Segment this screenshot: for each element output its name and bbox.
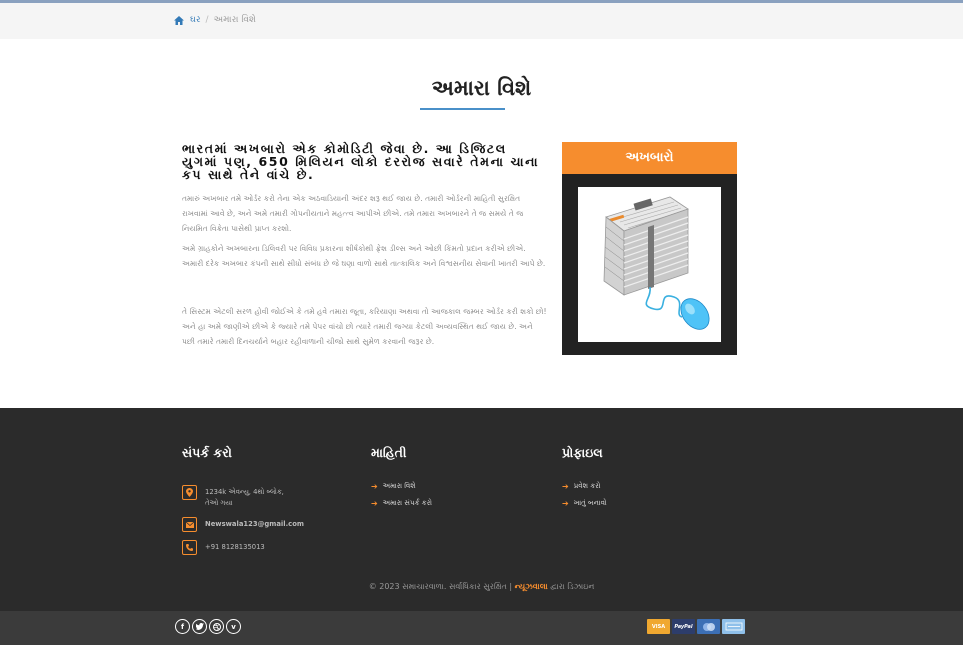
contact-phone: +91 8128135013 — [182, 540, 265, 555]
footer-link-login[interactable]: ➔ પ્રવેશ કરો — [562, 482, 601, 491]
contact-email-link[interactable]: Newswala123@gmail.com — [205, 519, 304, 530]
visa-card-icon: VISA — [647, 619, 670, 634]
footer-profile-title: પ્રોફાઇલ — [562, 445, 603, 460]
copyright-prefix: © 2023 સમાચારવાળા. સર્વાધિકાર સુરક્ષિત | — [368, 582, 513, 591]
footer-link-contact[interactable]: ➔ અમારા સંપર્ક કરો — [371, 499, 432, 508]
bottom-bar: f v VISA PayPal — [0, 611, 963, 645]
map-marker-icon — [182, 485, 197, 500]
contact-email: Newswala123@gmail.com — [182, 517, 304, 532]
mastercard-icon — [697, 619, 720, 634]
newspaper-mouse-image — [578, 187, 721, 342]
arrow-right-icon: ➔ — [562, 499, 569, 508]
address-line-2: તેઓ ગયા — [205, 499, 233, 507]
footer: સંપર્ક કરો માહિતી પ્રોફાઇલ 1234k એવન્યુ,… — [0, 408, 963, 611]
contact-address: 1234k એવન્યુ, 4થો બ્લોક, તેઓ ગયા — [182, 485, 284, 509]
footer-contact-title: સંપર્ક કરો — [182, 445, 232, 460]
paragraph-3: તે સિસ્ટમ એટલી સરળ હોવી જોઈએ કે તમે હવે … — [182, 307, 547, 346]
facebook-icon[interactable]: f — [175, 619, 190, 634]
address-line-1: 1234k એવન્યુ, 4થો બ્લોક, — [205, 488, 284, 496]
paragraph-2: અમે ગ્રાહકોને અખબારના ડિલિવરી પર વિવિધ પ… — [182, 244, 546, 268]
copyright-suffix: દ્વારા ડિઝાઇન — [550, 582, 595, 591]
vimeo-icon[interactable]: v — [226, 619, 241, 634]
copyright-brand-link[interactable]: ન્યૂઝવાલા — [515, 582, 548, 591]
footer-link-register[interactable]: ➔ ખાતું બનાવો — [562, 499, 607, 508]
paragraph-1: તમારું અખબાર તમે ઓર્ડર કરો તેના એક અઠવાડ… — [182, 194, 524, 233]
breadcrumb-current: અમારા વિશે — [213, 15, 256, 25]
breadcrumb-separator: / — [205, 15, 209, 25]
breadcrumb: ઘર / અમારા વિશે — [174, 15, 256, 25]
footer-link-about-label: અમારા વિશે — [382, 482, 416, 490]
arrow-right-icon: ➔ — [562, 482, 569, 491]
payment-cards: VISA PayPal — [647, 619, 745, 634]
dribbble-icon[interactable] — [209, 619, 224, 634]
social-links: f v — [175, 619, 241, 634]
footer-info-title: માહિતી — [371, 445, 407, 460]
lead-heading: ભારતમાં અખબારો એક કોમોડિટી જેવા છે. આ ડિ… — [182, 141, 540, 182]
envelope-icon — [182, 517, 197, 532]
twitter-icon[interactable] — [192, 619, 207, 634]
paypal-card-icon: PayPal — [672, 619, 695, 634]
arrow-right-icon: ➔ — [371, 499, 378, 508]
amex-card-icon — [722, 619, 745, 634]
footer-link-contact-label: અમારા સંપર્ક કરો — [382, 499, 432, 507]
footer-link-register-label: ખાતું બનાવો — [573, 499, 607, 507]
footer-link-login-label: પ્રવેશ કરો — [573, 482, 601, 490]
copyright: © 2023 સમાચારવાળા. સર્વાધિકાર સુરક્ષિત |… — [0, 582, 963, 592]
phone-icon — [182, 540, 197, 555]
arrow-right-icon: ➔ — [371, 482, 378, 491]
breadcrumb-bar: ઘર / અમારા વિશે — [0, 3, 963, 39]
contact-phone-number: +91 8128135013 — [205, 543, 265, 551]
footer-link-about[interactable]: ➔ અમારા વિશે — [371, 482, 416, 491]
title-underline — [420, 108, 505, 110]
home-icon — [174, 15, 184, 25]
breadcrumb-home-link[interactable]: ઘર — [174, 15, 201, 25]
newspapers-card-heading: અખબારો — [562, 142, 737, 174]
breadcrumb-home-label: ઘર — [190, 15, 201, 25]
page-title: અમારા વિશે — [431, 76, 532, 100]
newspapers-card: અખબારો — [562, 142, 737, 355]
